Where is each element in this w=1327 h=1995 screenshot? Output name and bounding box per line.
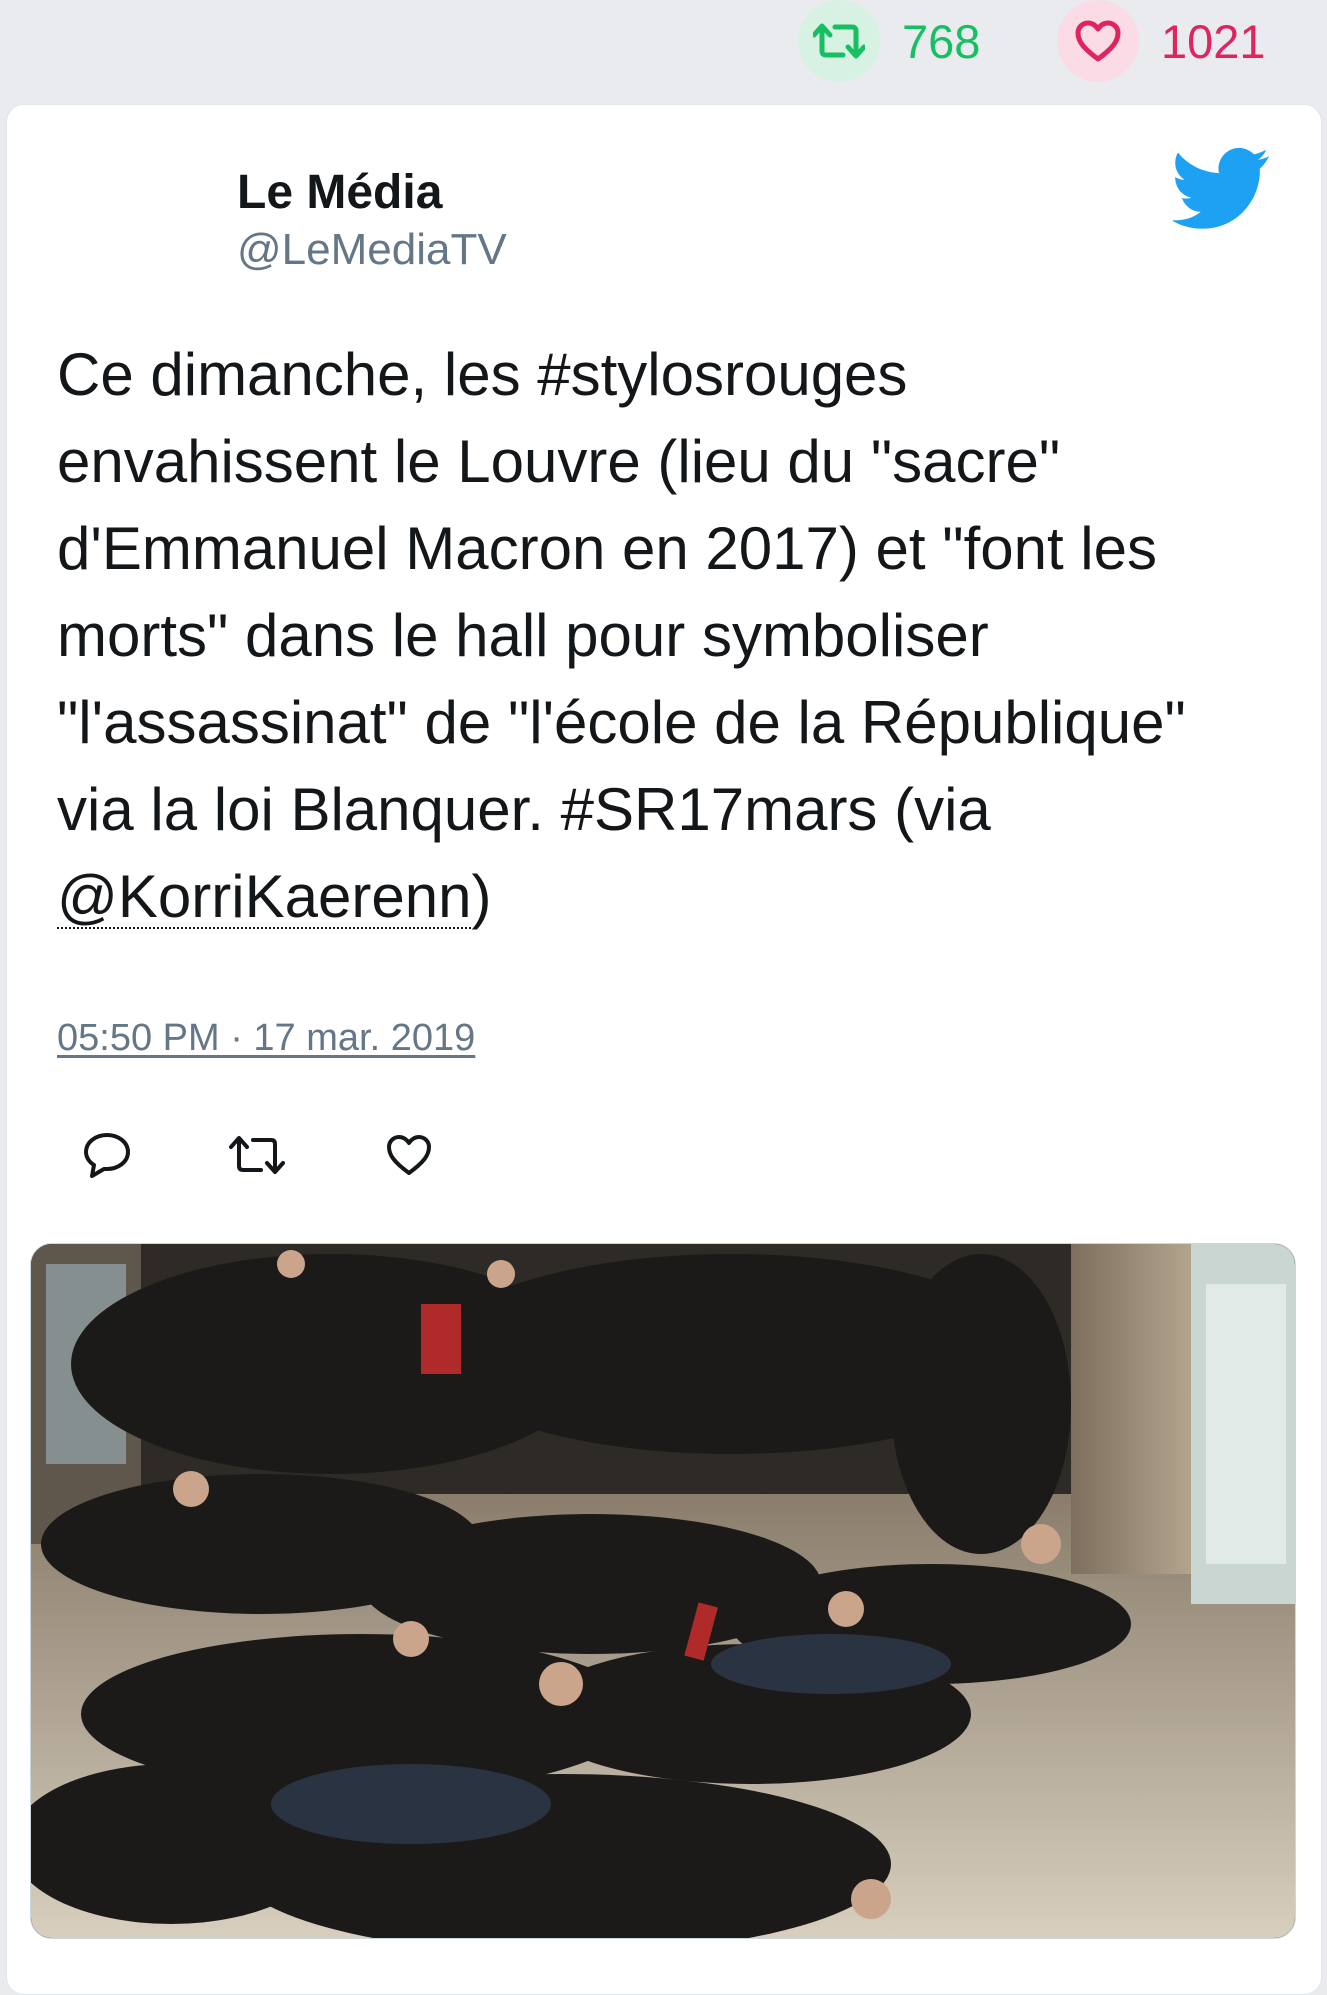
author-name[interactable]: Le Média [237, 165, 442, 220]
retweet-count: 768 [902, 14, 981, 68]
retweet-button[interactable] [227, 1125, 287, 1185]
twitter-bird-icon[interactable] [1171, 145, 1273, 235]
tweet-text: Ce dimanche, les #stylosrouges envahisse… [57, 331, 1237, 940]
photo-protesters-lying-in-louvre-hall [31, 1244, 1295, 1938]
retweet-icon [229, 1136, 285, 1174]
like-stat[interactable]: 1021 [1057, 0, 1266, 82]
heart-icon [387, 1135, 431, 1175]
tweet-body: Ce dimanche, les #stylosrouges envahisse… [57, 341, 1203, 843]
reply-button[interactable] [77, 1125, 137, 1185]
heart-icon [1057, 0, 1139, 82]
retweet-icon [798, 0, 880, 82]
engagement-bar: 768 1021 [0, 0, 1327, 103]
like-count: 1021 [1161, 14, 1266, 68]
retweet-stat[interactable]: 768 [798, 0, 980, 82]
tweet-photo[interactable] [30, 1243, 1296, 1939]
like-button[interactable] [379, 1125, 439, 1185]
author-handle[interactable]: @LeMediaTV [237, 225, 507, 275]
tweet-card: Le Média @LeMediaTV Ce dimanche, les #st… [6, 104, 1322, 1995]
tweet-body-end: ) [471, 863, 492, 930]
tweet-timestamp[interactable]: 05:50 PM · 17 mar. 2019 [57, 1017, 475, 1060]
mention-link[interactable]: @KorriKaerenn [57, 863, 471, 930]
reply-icon [84, 1133, 130, 1178]
